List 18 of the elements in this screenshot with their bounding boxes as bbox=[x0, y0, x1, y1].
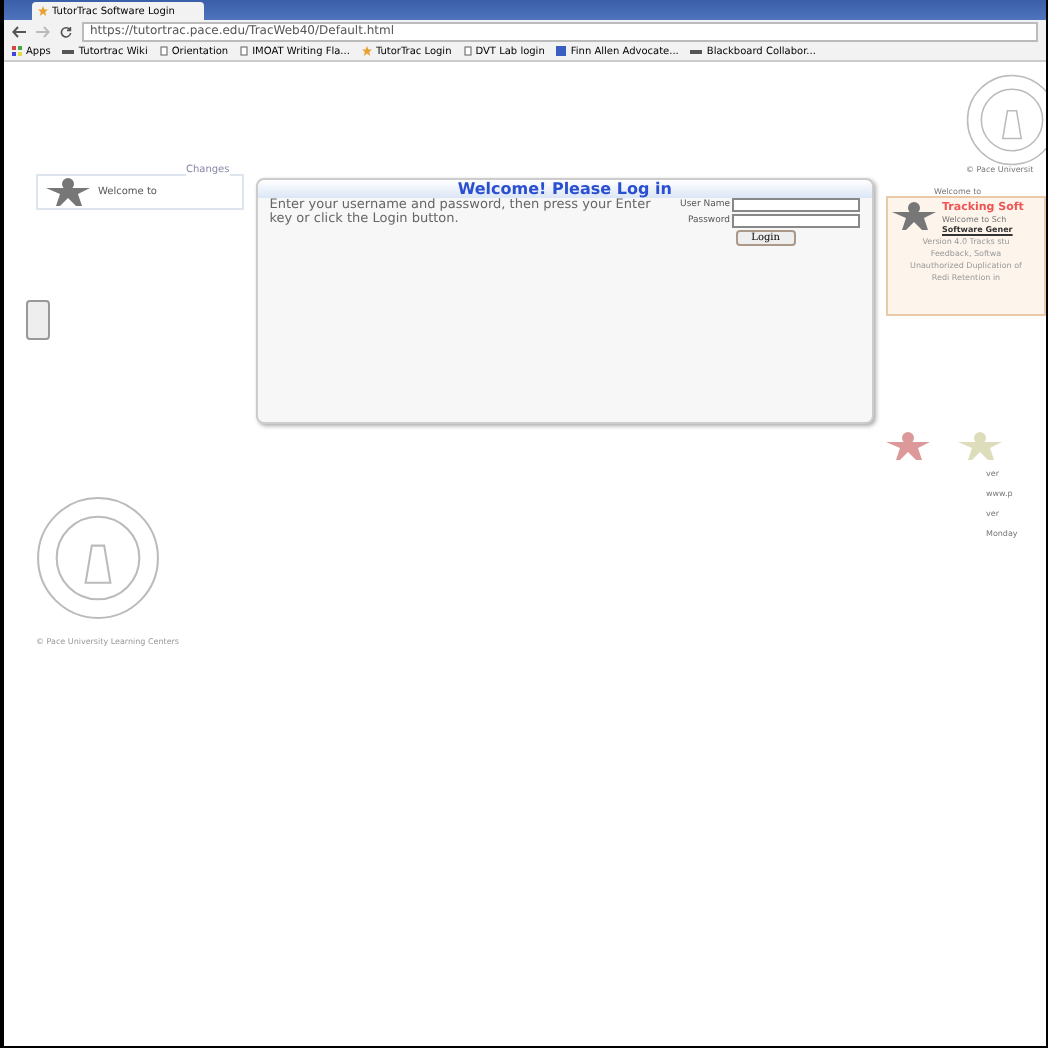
page-icon bbox=[159, 46, 168, 56]
reload-icon[interactable] bbox=[60, 25, 72, 37]
password-field[interactable] bbox=[732, 214, 860, 228]
page-icon bbox=[463, 46, 472, 56]
login-title: Welcome! Please Log in bbox=[257, 180, 872, 198]
star-icon bbox=[38, 6, 48, 16]
apps-grid-icon bbox=[12, 46, 22, 56]
back-icon[interactable] bbox=[12, 25, 26, 37]
square-icon bbox=[556, 46, 567, 56]
figure-icon bbox=[958, 432, 1002, 460]
figure-icon bbox=[886, 432, 930, 460]
seal-drawing bbox=[36, 496, 160, 620]
star-icon bbox=[361, 46, 372, 56]
person-icon bbox=[46, 178, 90, 206]
seal-drawing bbox=[966, 74, 1046, 166]
page-icon bbox=[240, 46, 249, 56]
username-field[interactable] bbox=[732, 198, 860, 212]
person-icon bbox=[892, 202, 936, 230]
